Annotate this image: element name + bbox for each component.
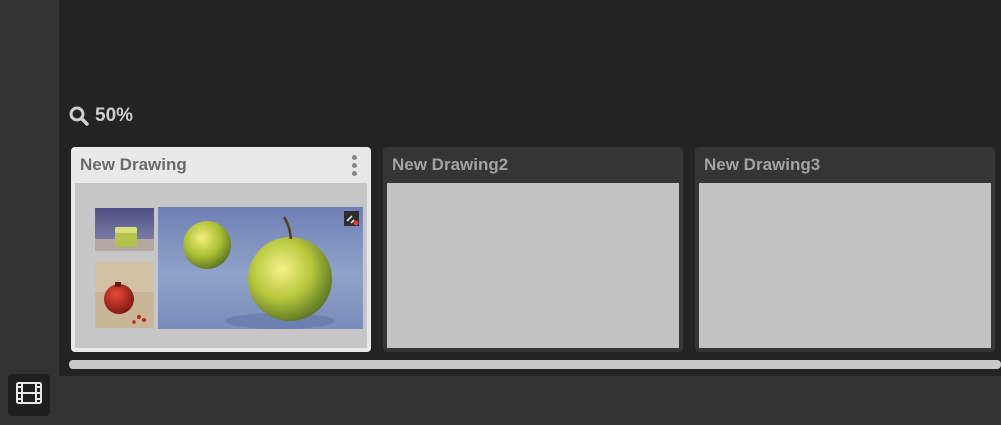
card-thumbnail[interactable]: [387, 183, 679, 348]
zoom-level: 50%: [95, 105, 134, 126]
card-title: New Drawing: [80, 155, 187, 174]
more-vertical-icon[interactable]: [350, 155, 358, 177]
card-title: New Drawing2: [392, 155, 509, 174]
horizontal-scrollbar[interactable]: [69, 360, 1001, 369]
card-thumbnail[interactable]: [699, 183, 991, 348]
drawing-card[interactable]: New Drawing3: [695, 147, 995, 352]
left-rail: [0, 0, 59, 425]
drawing-card[interactable]: New Drawing: [71, 147, 371, 352]
search-icon: [69, 106, 89, 126]
card-header: New Drawing: [71, 147, 371, 183]
zoom-indicator[interactable]: 50%: [69, 104, 133, 128]
drawing-card[interactable]: New Drawing2: [383, 147, 683, 352]
filmstrip-icon: [16, 381, 42, 409]
card-header: New Drawing2: [383, 147, 683, 183]
card-thumbnail[interactable]: [75, 183, 367, 348]
drawing-thumbnail: [95, 207, 363, 329]
card-title: New Drawing3: [704, 155, 821, 174]
filmstrip-button[interactable]: [8, 374, 50, 416]
card-header: New Drawing3: [695, 147, 995, 183]
